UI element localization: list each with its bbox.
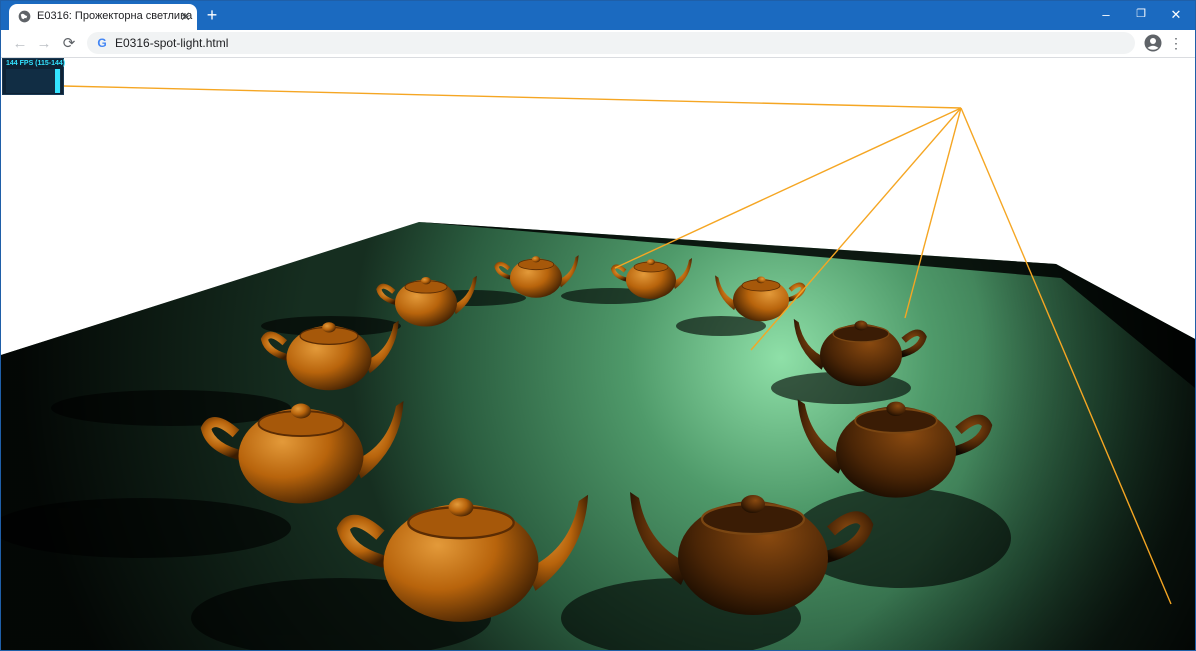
plus-icon[interactable]: + bbox=[204, 6, 220, 24]
fps-stats-panel[interactable]: 144 FPS (115-144) bbox=[2, 58, 66, 95]
tab-title: E0316: Прожекторна светлина bbox=[37, 10, 193, 22]
webgl-viewport[interactable]: 144 FPS (115-144) bbox=[1, 58, 1195, 650]
close-window-button[interactable]: ✕ bbox=[1159, 1, 1193, 30]
tab-strip: E0316: Прожекторна светлина ✕ + – ❐ ✕ bbox=[1, 1, 1195, 30]
menu-icon[interactable]: ⋮ bbox=[1169, 34, 1183, 52]
tab-active[interactable]: E0316: Прожекторна светлина ✕ bbox=[9, 4, 197, 30]
toolbar: ← → ⟳ G E0316-spot-light.html ⋮ bbox=[1, 30, 1195, 58]
close-icon[interactable]: ✕ bbox=[179, 10, 192, 23]
address-bar[interactable]: G E0316-spot-light.html bbox=[87, 32, 1135, 54]
fps-bar bbox=[55, 69, 60, 93]
browser-window: E0316: Прожекторна светлина ✕ + – ❐ ✕ ← … bbox=[0, 0, 1196, 651]
minimize-button[interactable]: – bbox=[1089, 1, 1123, 30]
restore-button[interactable]: ❐ bbox=[1124, 1, 1158, 30]
back-arrow-icon[interactable]: ← bbox=[10, 34, 30, 54]
globe-icon bbox=[18, 10, 31, 23]
3d-scene[interactable] bbox=[1, 58, 1195, 650]
url-text[interactable]: E0316-spot-light.html bbox=[115, 36, 228, 50]
google-icon: G bbox=[97, 36, 107, 50]
fps-graph bbox=[6, 69, 61, 93]
account-icon[interactable] bbox=[1144, 34, 1162, 52]
forward-arrow-icon[interactable]: → bbox=[34, 34, 54, 54]
fps-label: 144 FPS (115-144) bbox=[6, 60, 66, 67]
reload-icon[interactable]: ⟳ bbox=[59, 34, 79, 54]
